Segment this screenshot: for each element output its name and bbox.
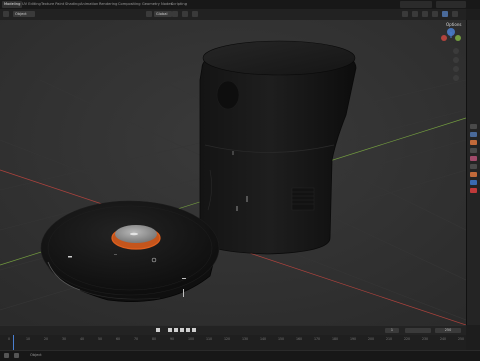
shading-solid-icon[interactable] <box>442 11 448 17</box>
end-frame-field[interactable]: 250 <box>435 328 461 333</box>
timeline-tick: 60 <box>116 337 121 341</box>
current-frame-field[interactable] <box>405 328 431 333</box>
timeline-tick: 30 <box>62 337 67 341</box>
timeline-tick: 110 <box>206 337 213 341</box>
timeline-tick: 240 <box>440 337 447 341</box>
timeline-tick: 80 <box>152 337 157 341</box>
timeline-tick: 150 <box>278 337 285 341</box>
scene-properties-tab[interactable] <box>470 156 477 161</box>
timeline-tick: 0 <box>8 337 11 341</box>
dock-vent <box>216 80 240 110</box>
prev-keyframe-icon[interactable] <box>168 328 172 332</box>
pan-icon[interactable] <box>453 57 459 63</box>
jump-start-icon[interactable] <box>156 328 160 332</box>
editor-type-icon[interactable] <box>3 11 9 17</box>
mouse-select-icon <box>4 353 9 358</box>
mode-select[interactable]: Object <box>13 11 35 17</box>
transform-orientation-icon[interactable] <box>146 11 152 17</box>
tab-scripting[interactable]: Scripting <box>169 1 189 8</box>
dock-grille <box>291 187 315 211</box>
overlay-toggle-icon[interactable] <box>422 11 428 17</box>
timeline-tick: 200 <box>368 337 375 341</box>
timeline-tick: 100 <box>188 337 195 341</box>
viewport-scene <box>0 20 466 325</box>
viewport-header: Object Global <box>0 9 466 20</box>
xray-toggle-icon[interactable] <box>432 11 438 17</box>
timeline-tick: 40 <box>80 337 85 341</box>
tab-compositing[interactable]: Compositing <box>116 1 143 8</box>
view-object-types-icon[interactable] <box>402 11 408 17</box>
jump-end-icon[interactable] <box>192 328 196 332</box>
timeline-tick: 180 <box>332 337 339 341</box>
tool-properties-tab[interactable] <box>470 124 477 129</box>
timeline-tick: 140 <box>260 337 267 341</box>
timeline-tick: 210 <box>386 337 393 341</box>
timeline-tick: 70 <box>134 337 139 341</box>
output-properties-tab[interactable] <box>470 140 477 145</box>
status-text: Object <box>30 353 42 357</box>
timeline-tick: 50 <box>98 337 103 341</box>
timeline-tick: 130 <box>242 337 249 341</box>
world-properties-tab[interactable] <box>470 164 477 169</box>
gizmo-x-axis[interactable] <box>441 35 447 41</box>
timeline-tick: 120 <box>224 337 231 341</box>
perspective-toggle-icon[interactable] <box>453 75 459 81</box>
3d-viewport[interactable]: Options <box>0 20 466 325</box>
next-keyframe-icon[interactable] <box>186 328 190 332</box>
play-icon[interactable] <box>180 328 184 332</box>
timeline-editor: 1 250 0 10 20 30 40 50 60 70 80 90 100 110 120 130 140… <box>0 325 466 351</box>
proportional-edit-icon[interactable] <box>192 11 198 17</box>
timeline-tick: 190 <box>350 337 357 341</box>
timeline-tick: 160 <box>296 337 303 341</box>
options-label[interactable]: Options <box>446 22 461 27</box>
gizmo-y-axis[interactable] <box>455 35 461 41</box>
shading-rendered-icon[interactable] <box>452 11 458 17</box>
play-reverse-icon[interactable] <box>174 328 178 332</box>
gizmo-toggle-icon[interactable] <box>412 11 418 17</box>
properties-panel <box>466 20 480 325</box>
timeline-tick: 10 <box>26 337 31 341</box>
pivot-icon[interactable] <box>172 11 178 17</box>
timeline-tick: 250 <box>458 337 465 341</box>
timeline-tick: 170 <box>314 337 321 341</box>
transform-orientation-select[interactable]: Global <box>154 11 172 17</box>
view-layer-selector[interactable] <box>436 1 466 8</box>
scene-selector[interactable] <box>400 1 432 8</box>
modifier-properties-tab[interactable] <box>470 180 477 185</box>
playhead[interactable] <box>13 335 14 351</box>
timeline-header: 1 250 <box>0 326 466 335</box>
view-layer-tab[interactable] <box>470 148 477 153</box>
start-frame-field[interactable]: 1 <box>385 328 399 333</box>
timeline-tick: 90 <box>170 337 175 341</box>
tool-shelf <box>2 26 9 86</box>
zoom-icon[interactable] <box>453 48 459 54</box>
mouse-pan-icon <box>14 353 19 358</box>
camera-view-icon[interactable] <box>453 66 459 72</box>
material-properties-tab[interactable] <box>470 188 477 193</box>
object-properties-tab[interactable] <box>470 172 477 177</box>
timeline-tick: 220 <box>404 337 411 341</box>
snap-icon[interactable] <box>182 11 188 17</box>
render-properties-tab[interactable] <box>470 132 477 137</box>
timeline-tick: 20 <box>44 337 49 341</box>
status-bar: Object <box>0 350 480 361</box>
workspace-tab-bar: Modeling UV Editing Texture Paint Shadin… <box>0 0 480 9</box>
timeline-tick: 230 <box>422 337 429 341</box>
